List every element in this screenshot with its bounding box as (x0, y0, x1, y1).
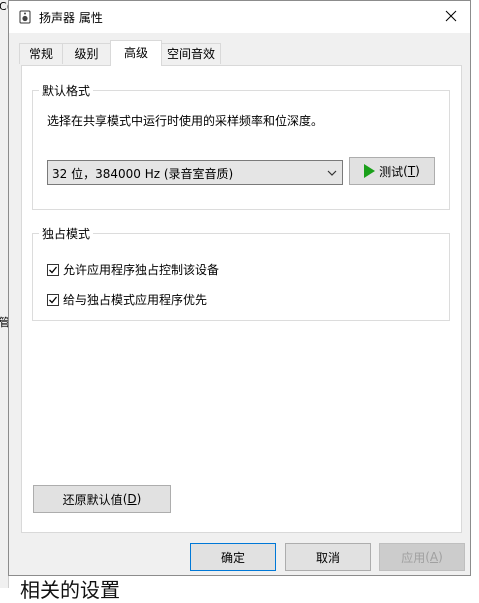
restore-defaults-button[interactable]: 还原默认值(D) (33, 485, 171, 513)
title-bar[interactable]: 扬声器 属性 (9, 1, 470, 33)
restore-defaults-accel: D (127, 492, 137, 506)
speaker-icon (18, 10, 32, 24)
advanced-tab-panel: 默认格式 选择在共享模式中运行时使用的采样频率和位深度。 32 位，384000… (21, 65, 462, 533)
checkbox-checked-icon[interactable] (47, 293, 59, 306)
test-button-label: 测试 (379, 164, 404, 179)
speaker-properties-dialog: 扬声器 属性 常规 级别 高级 空间音效 默认格式 选择在共享模式中运行时使用的… (8, 0, 471, 576)
close-icon (445, 10, 457, 25)
exclusive-mode-group: 独占模式 允许应用程序独占控制该设备 给与独占模式应用程序优先 (32, 225, 450, 321)
test-button-accel: T (407, 164, 416, 178)
ok-button[interactable]: 确定 (190, 543, 276, 571)
default-format-description: 选择在共享模式中运行时使用的采样频率和位深度。 (47, 114, 324, 128)
default-format-title: 默认格式 (39, 82, 94, 99)
apply-button-label: 应用 (401, 550, 426, 565)
exclusive-priority-label: 给与独占模式应用程序优先 (63, 293, 208, 307)
close-button[interactable] (432, 1, 470, 33)
exclusive-mode-title: 独占模式 (39, 225, 94, 242)
sample-format-dropdown[interactable]: 32 位，384000 Hz (录音室音质) (47, 160, 343, 185)
test-button[interactable]: 测试(T) (349, 157, 435, 185)
sample-format-value: 32 位，384000 Hz (录音室音质) (52, 167, 234, 181)
tab-advanced[interactable]: 高级 (110, 40, 162, 66)
allow-exclusive-label: 允许应用程序独占控制该设备 (63, 263, 220, 277)
cancel-button[interactable]: 取消 (285, 543, 371, 571)
apply-button-accel: A (429, 550, 439, 564)
chevron-down-icon (326, 167, 338, 179)
apply-button[interactable]: 应用(A) (379, 543, 465, 571)
dialog-title: 扬声器 属性 (39, 11, 103, 25)
exclusive-priority-checkbox[interactable]: 给与独占模式应用程序优先 (47, 291, 207, 308)
tab-general[interactable]: 常规 (19, 43, 63, 64)
background-heading: 相关的设置 (20, 578, 120, 602)
default-format-group: 默认格式 选择在共享模式中运行时使用的采样频率和位深度。 32 位，384000… (32, 82, 450, 210)
allow-exclusive-checkbox[interactable]: 允许应用程序独占控制该设备 (47, 261, 219, 278)
restore-defaults-label: 还原默认值 (62, 492, 123, 507)
tab-levels[interactable]: 级别 (62, 43, 111, 64)
checkbox-checked-icon[interactable] (47, 263, 59, 276)
play-icon (364, 164, 376, 178)
tab-spatial-sound[interactable]: 空间音效 (161, 43, 221, 64)
